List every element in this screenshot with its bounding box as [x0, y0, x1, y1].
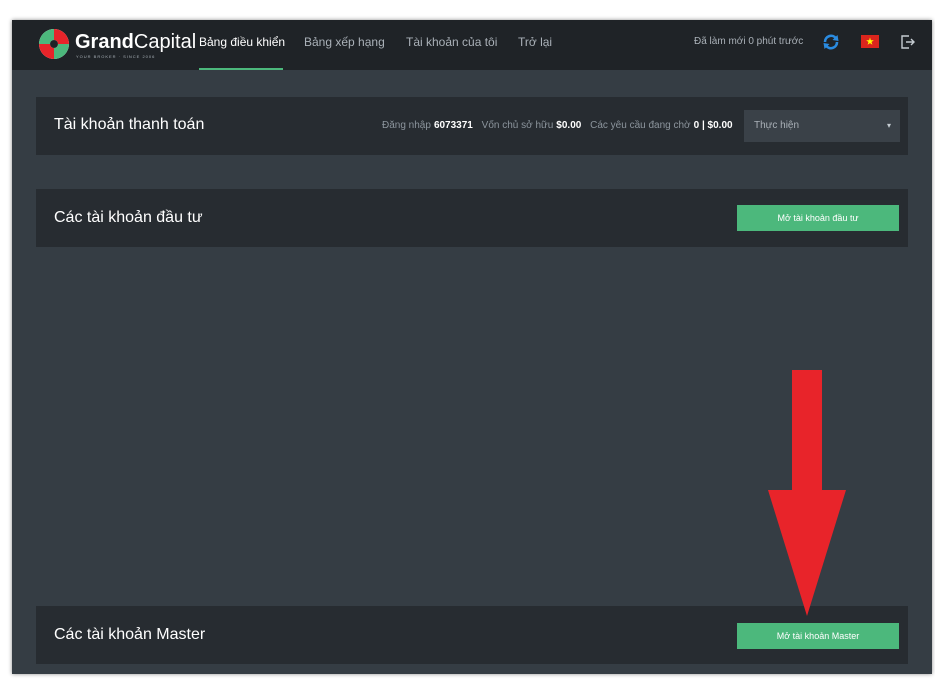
login-value: 6073371	[433, 120, 473, 131]
master-accounts-title: Các tài khoản Master	[54, 626, 206, 643]
app-window: GrandCapital YOUR BROKER · SINCE 2006 Bả…	[12, 20, 932, 674]
investor-accounts-title: Các tài khoản đầu tư	[54, 209, 203, 226]
payment-account-title: Tài khoản thanh toán	[54, 116, 205, 133]
top-nav: GrandCapital YOUR BROKER · SINCE 2006 Bả…	[12, 20, 932, 70]
pending-value: 0 | $0.00	[693, 120, 733, 131]
red-arrow-annotation	[768, 370, 846, 616]
equity-label: Vốn chủ sở hữu	[481, 120, 554, 131]
equity-value: $0.00	[556, 120, 582, 131]
action-select[interactable]: Thực hiện ▾	[744, 110, 900, 142]
pending-label: Các yêu cầu đang chờ	[590, 120, 691, 131]
nav-back[interactable]: Trở lại	[518, 20, 552, 70]
refresh-status: Đã làm mới 0 phút trước	[694, 36, 804, 47]
nav-rankings[interactable]: Bảng xếp hạng	[304, 20, 385, 70]
open-investor-account-button[interactable]: Mở tài khoản đầu tư	[737, 205, 899, 231]
chevron-down-icon: ▾	[886, 121, 891, 130]
logo[interactable]: GrandCapital YOUR BROKER · SINCE 2006	[38, 28, 196, 62]
grandcapital-logo-icon	[39, 29, 69, 59]
nav-my-accounts[interactable]: Tài khoản của tôi	[406, 20, 497, 70]
investor-accounts-panel: Các tài khoản đầu tư Mở tài khoản đầu tư	[36, 189, 908, 247]
open-master-account-button[interactable]: Mở tài khoản Master	[737, 623, 899, 649]
refresh-icon[interactable]	[822, 33, 840, 51]
active-nav-indicator	[199, 68, 283, 70]
login-label: Đăng nhập	[382, 120, 431, 131]
payment-account-panel: Tài khoản thanh toán Đăng nhập 6073371 Vố…	[36, 97, 908, 155]
account-stats: Đăng nhập 6073371 Vốn chủ sở hữu $0.00 Các…	[382, 120, 739, 131]
brand-tagline: YOUR BROKER · SINCE 2006	[76, 54, 156, 59]
action-select-value: Thực hiện	[754, 120, 800, 131]
vietnam-flag-icon[interactable]	[861, 35, 879, 48]
logout-icon[interactable]	[900, 34, 916, 50]
nav-dashboard[interactable]: Bảng điều khiển	[199, 20, 285, 70]
brand-name: GrandCapital	[75, 31, 197, 53]
